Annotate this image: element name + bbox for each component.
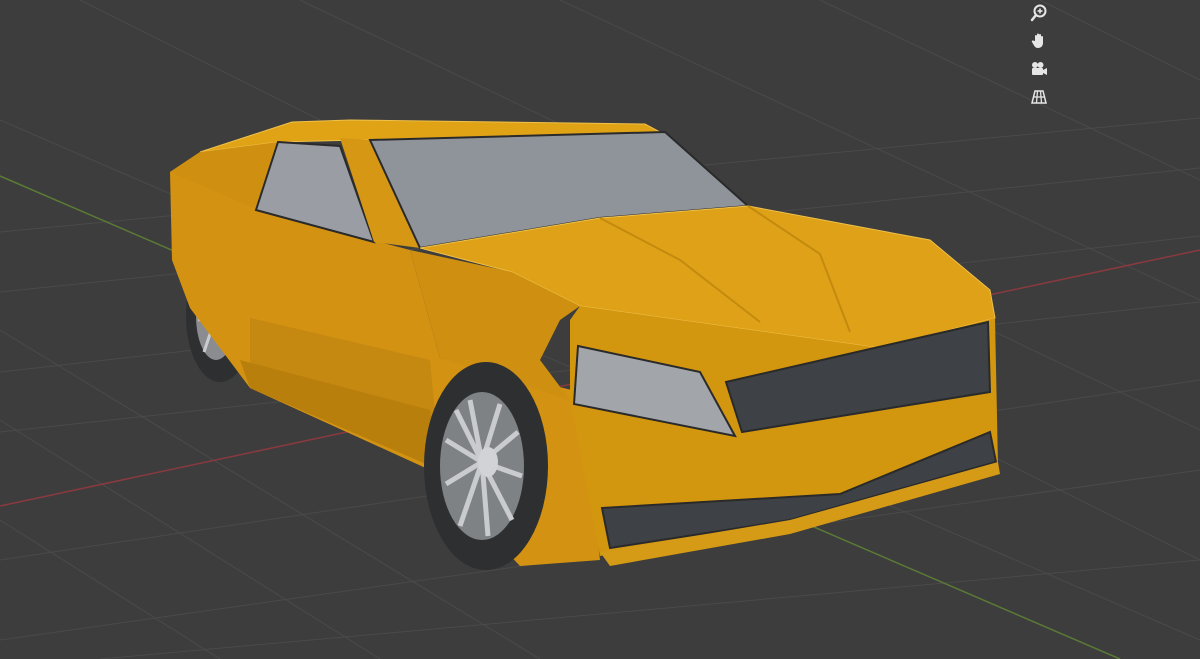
navigation-gizmo (1024, 0, 1054, 112)
grid-perspective-icon (1031, 90, 1047, 104)
hand-icon (1031, 33, 1043, 48)
3d-viewport[interactable] (0, 0, 1200, 659)
car-model[interactable] (170, 119, 1000, 570)
camera-button[interactable] (1026, 56, 1052, 82)
camera-icon (1032, 62, 1047, 75)
zoom-button[interactable] (1026, 0, 1052, 26)
pan-button[interactable] (1026, 28, 1052, 54)
perspective-button[interactable] (1026, 84, 1052, 110)
front-wheel (424, 362, 548, 570)
magnifier-plus-icon (1030, 4, 1047, 22)
viewport-scene[interactable] (0, 0, 1200, 659)
